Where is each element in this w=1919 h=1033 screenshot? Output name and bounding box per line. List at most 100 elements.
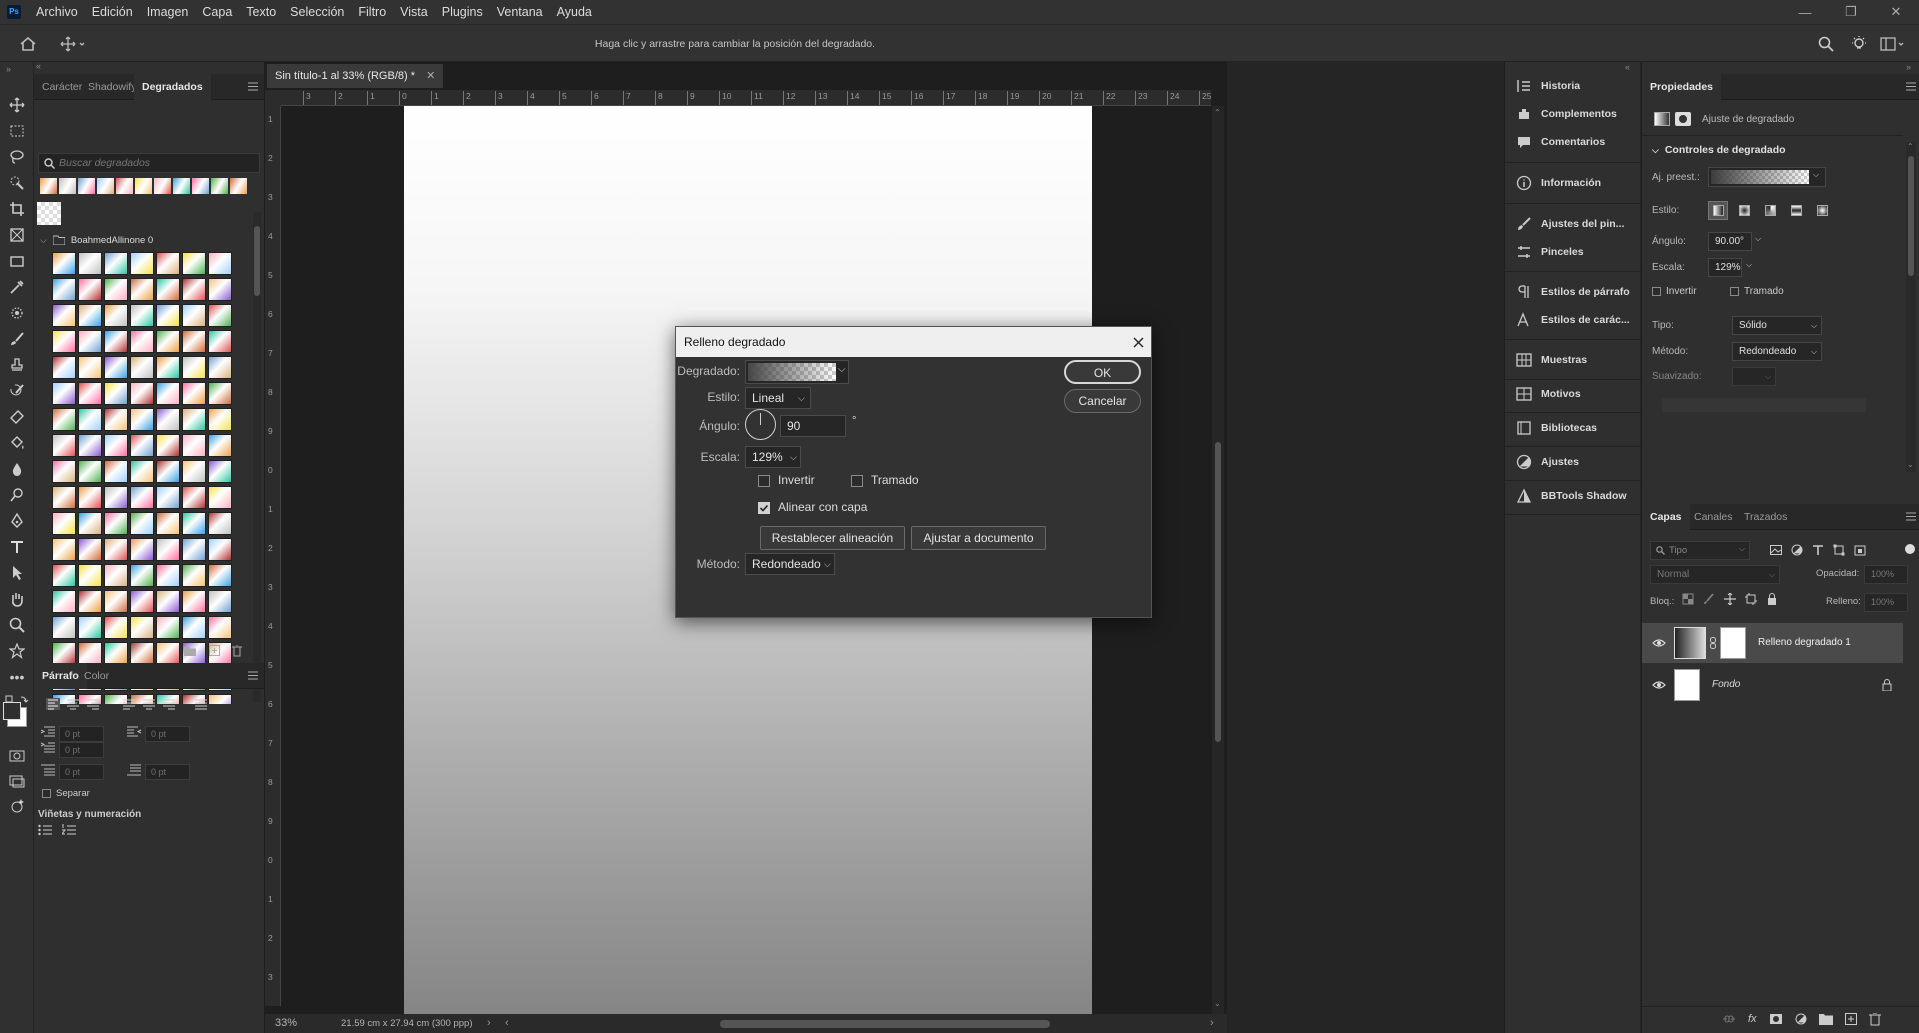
gradient-swatch[interactable]: [52, 486, 76, 509]
panel-motivos[interactable]: Motivos: [1515, 382, 1581, 406]
tab-canales[interactable]: Canales: [1686, 504, 1741, 530]
properties-metodo-select[interactable]: Redondeado ⌵: [1732, 342, 1822, 361]
gradient-swatch[interactable]: [182, 304, 206, 327]
menu-plugins[interactable]: Plugins: [435, 0, 490, 24]
gradient-swatch[interactable]: [156, 278, 180, 301]
zoom-level[interactable]: 33%: [275, 1017, 297, 1029]
new-group-button[interactable]: [184, 646, 196, 656]
foreground-color-swatch[interactable]: [3, 702, 21, 720]
gradient-swatch[interactable]: [52, 382, 76, 405]
tab-capas[interactable]: Capas: [1642, 504, 1690, 530]
new-layer-icon[interactable]: [1844, 1013, 1857, 1025]
gradient-swatch[interactable]: [130, 538, 154, 561]
layer-thumbnail[interactable]: [1674, 669, 1700, 701]
type-filter-icon[interactable]: [1812, 544, 1824, 556]
gradient-swatch[interactable]: [182, 382, 206, 405]
vertical-scrollbar[interactable]: ⌃ ⌄: [1212, 106, 1224, 1014]
gradient-swatch[interactable]: [78, 330, 102, 353]
recent-gradient-swatch[interactable]: [40, 178, 57, 194]
trash-icon[interactable]: [1868, 1013, 1881, 1026]
layer-name[interactable]: Fondo: [1712, 679, 1740, 690]
gradient-swatch[interactable]: [130, 434, 154, 457]
blur-tool[interactable]: [8, 460, 26, 478]
panel-bibliotecas[interactable]: Bibliotecas: [1515, 416, 1597, 440]
blend-mode-select[interactable]: Normal ⌵: [1650, 565, 1780, 584]
lock-pixels-icon[interactable]: [1703, 593, 1715, 605]
gradient-swatch[interactable]: [208, 278, 232, 301]
scroll-left-icon[interactable]: ‹: [505, 1017, 509, 1029]
gradient-swatch[interactable]: [104, 590, 128, 613]
tab-color[interactable]: Color: [76, 663, 117, 689]
preset-gradient-picker[interactable]: ⌵: [1708, 167, 1826, 187]
gradient-swatch[interactable]: [130, 564, 154, 587]
chevron-down-icon[interactable]: ⌵: [1755, 234, 1761, 244]
gradient-swatch[interactable]: [130, 356, 154, 379]
opacity-input[interactable]: 100%: [1864, 565, 1908, 584]
layer-gradient-thumbnail[interactable]: [1674, 627, 1706, 659]
panel-ajustes-pincel[interactable]: Ajustes del pin...: [1515, 212, 1624, 236]
recent-gradient-swatch[interactable]: [59, 178, 76, 194]
minimize-button[interactable]: —: [1782, 0, 1828, 24]
zoom-tool[interactable]: [8, 616, 26, 634]
gradient-swatch[interactable]: [104, 278, 128, 301]
gradient-swatch[interactable]: [78, 486, 102, 509]
gradient-swatch[interactable]: [156, 434, 180, 457]
gradient-swatch[interactable]: [104, 642, 128, 665]
eraser-tool[interactable]: [8, 408, 26, 426]
invertir-checkbox[interactable]: [758, 475, 770, 487]
gradient-swatch[interactable]: [182, 486, 206, 509]
gradient-swatch[interactable]: [208, 538, 232, 561]
metodo-select[interactable]: Redondeado ⌵: [745, 553, 835, 575]
collapse-right-icon[interactable]: »: [1906, 62, 1911, 72]
gradient-swatch[interactable]: [156, 564, 180, 587]
gradient-swatch[interactable]: [130, 590, 154, 613]
chevron-down-icon[interactable]: ⌵: [1746, 260, 1752, 270]
marquee-tool[interactable]: [8, 122, 26, 140]
gradient-swatch[interactable]: [52, 330, 76, 353]
recent-gradient-swatch[interactable]: [192, 178, 209, 194]
gradient-swatch[interactable]: [208, 564, 232, 587]
gradient-swatch[interactable]: [78, 252, 102, 275]
menu-seleccion[interactable]: Selección: [283, 0, 351, 24]
gradient-swatch[interactable]: [208, 486, 232, 509]
adjustment-filter-icon[interactable]: [1791, 544, 1803, 556]
history-brush-tool[interactable]: [8, 382, 26, 400]
gradient-swatch[interactable]: [208, 434, 232, 457]
crop-tool[interactable]: [8, 200, 26, 218]
tramado-checkbox[interactable]: [851, 475, 863, 487]
recent-gradient-swatch[interactable]: [116, 178, 133, 194]
panel-ajustes[interactable]: Ajustes: [1515, 450, 1579, 474]
close-window-button[interactable]: ✕: [1873, 0, 1919, 24]
gradient-swatch[interactable]: [104, 434, 128, 457]
space-after-field[interactable]: 0 pt: [145, 764, 190, 780]
gradient-preview-swatch[interactable]: [37, 202, 61, 225]
filter-toggle[interactable]: [1905, 544, 1915, 554]
indent-right-field[interactable]: 0 pt: [145, 726, 190, 742]
panel-menu-icon[interactable]: [248, 671, 258, 680]
escala-input[interactable]: 129% ⌵: [745, 446, 801, 468]
gradient-swatch[interactable]: [78, 408, 102, 431]
suavizado-select[interactable]: ⌵: [1732, 367, 1776, 386]
lock-all-icon[interactable]: [1766, 593, 1778, 605]
recent-gradient-swatch[interactable]: [154, 178, 171, 194]
new-gradient-button[interactable]: [209, 645, 220, 656]
justify-center-icon[interactable]: [142, 698, 156, 710]
gradient-swatch[interactable]: [182, 434, 206, 457]
gradient-swatch[interactable]: [130, 642, 154, 665]
justify-left-icon[interactable]: [122, 698, 136, 710]
hand-tool[interactable]: [8, 590, 26, 608]
bullets-icon[interactable]: [38, 824, 52, 836]
menu-ayuda[interactable]: Ayuda: [550, 0, 599, 24]
gradient-swatch[interactable]: [182, 590, 206, 613]
gradient-swatch[interactable]: [104, 538, 128, 561]
gradient-swatch[interactable]: [52, 642, 76, 665]
panel-bbtools-shadow[interactable]: BBTools Shadow: [1515, 484, 1627, 508]
gradient-swatch[interactable]: [78, 512, 102, 535]
space-before-field[interactable]: 0 pt: [59, 764, 104, 780]
indent-first-field[interactable]: 0 pt: [59, 742, 104, 758]
gradient-swatch[interactable]: [208, 408, 232, 431]
gradient-swatch[interactable]: [104, 330, 128, 353]
gradient-swatch[interactable]: [78, 564, 102, 587]
tab-trazados[interactable]: Trazados: [1736, 504, 1795, 530]
gradient-folder[interactable]: ⌵ BoahmedAllinone 0: [40, 232, 240, 248]
